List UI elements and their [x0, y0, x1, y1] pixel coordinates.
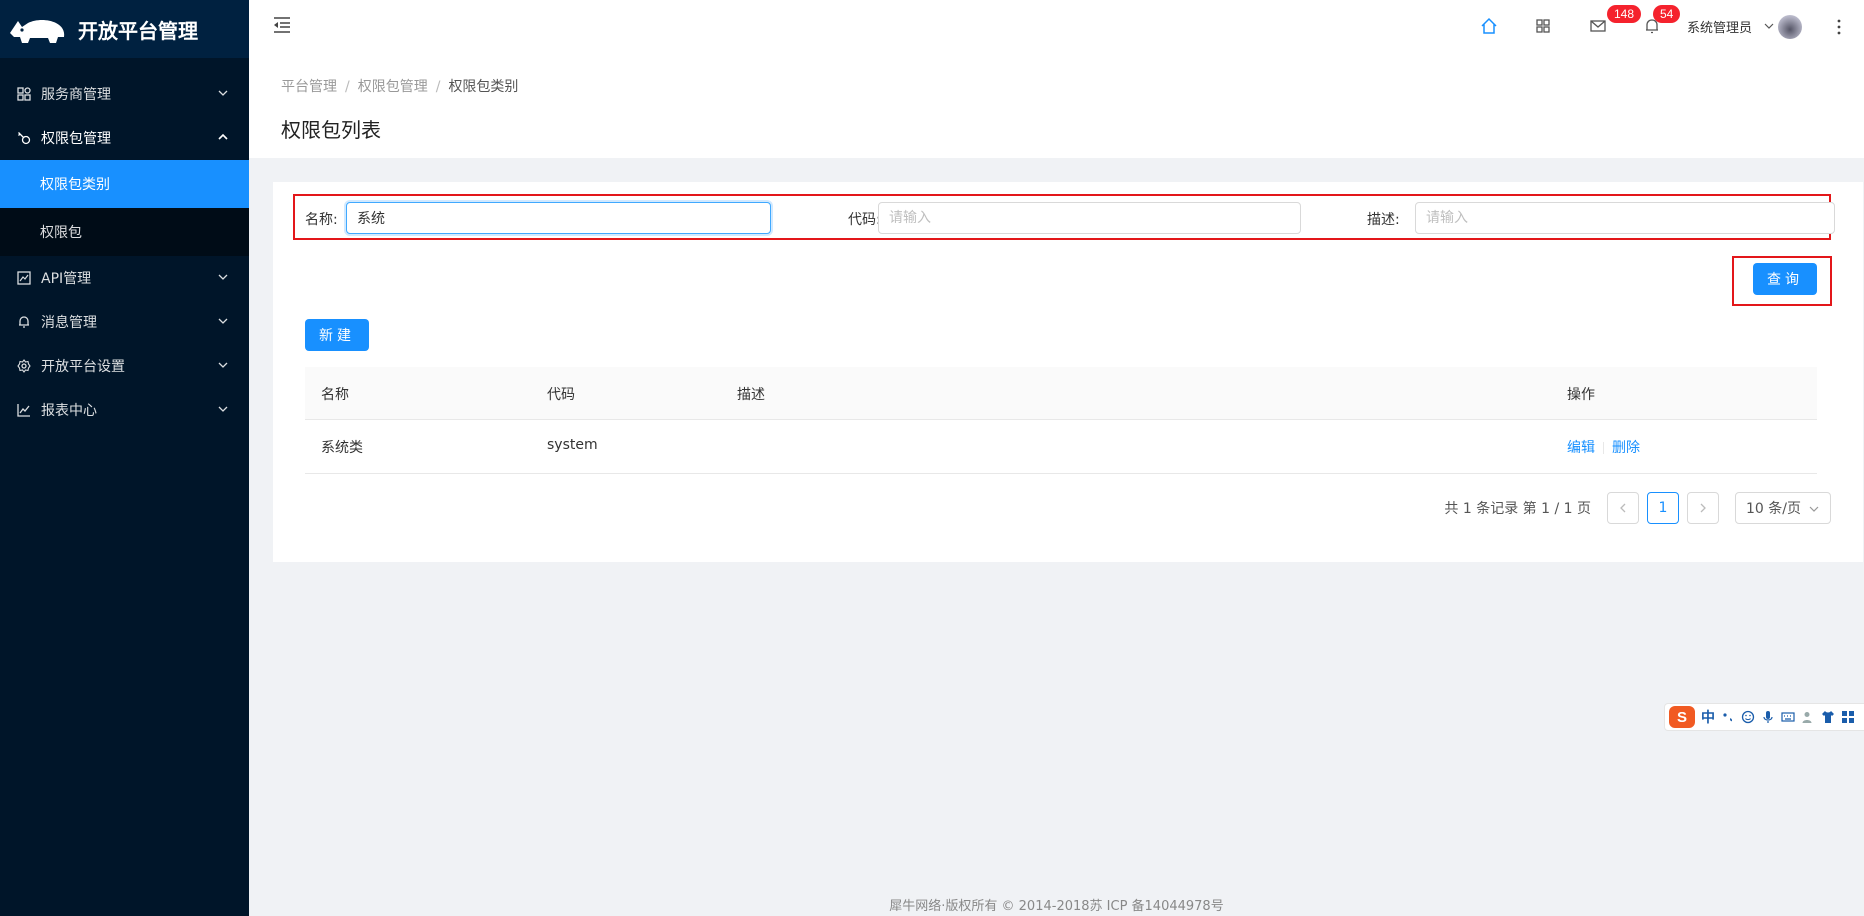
- ime-toolbar[interactable]: S 中: [1664, 703, 1864, 731]
- bell-icon: [19, 316, 29, 328]
- footer-copyright: 犀牛网络·版权所有 © 2014-2018苏 ICP 备14044978号: [889, 899, 1224, 914]
- line-chart-icon: [17, 404, 30, 417]
- column-header-code: 代码: [547, 387, 575, 403]
- filter-form: 名称: 代码: 描述:: [293, 194, 1835, 240]
- new-button[interactable]: 新建: [305, 319, 369, 351]
- sidebar-item-label: 服务商管理: [41, 87, 111, 103]
- chevron-down-icon: [1809, 506, 1819, 512]
- query-button[interactable]: 查询: [1753, 263, 1817, 295]
- cell-actions: 编辑 删除: [1567, 437, 1640, 457]
- chevron-right-icon: [1700, 503, 1706, 513]
- chevron-down-icon: [218, 406, 228, 412]
- table-row: 系统类 system 编辑 删除: [305, 420, 1817, 474]
- sidebar-item-message-management[interactable]: 消息管理: [0, 300, 249, 344]
- appstore-icon[interactable]: [1534, 17, 1552, 35]
- chevron-down-icon: [218, 318, 228, 324]
- prev-page-button[interactable]: [1607, 492, 1639, 524]
- breadcrumb-separator: /: [435, 79, 441, 95]
- emoji-icon[interactable]: [1741, 710, 1755, 724]
- breadcrumb-item[interactable]: 平台管理: [281, 79, 337, 95]
- sogou-logo-icon: S: [1669, 706, 1695, 728]
- avatar[interactable]: [1778, 15, 1802, 39]
- more-vertical-icon[interactable]: [1837, 19, 1841, 35]
- cell-code: system: [547, 437, 598, 453]
- sidebar-item-report-center[interactable]: 报表中心: [0, 388, 249, 432]
- sidebar-menu: 服务商管理 权限包管理 权限包类别 权限包 API管理 消息管理 开放平台设置: [0, 58, 249, 432]
- sidebar-item-label: 权限包管理: [41, 131, 111, 147]
- sidebar-item-label: API管理: [41, 271, 92, 287]
- breadcrumb: 平台管理 / 权限包管理 / 权限包类别: [281, 76, 518, 96]
- sidebar-item-api-management[interactable]: API管理: [0, 256, 249, 300]
- notification-count-badge: 54: [1653, 5, 1681, 23]
- data-table: 名称 代码 描述 操作 系统类 system 编辑 删除: [305, 367, 1817, 474]
- sidebar-item-permission-package-category[interactable]: 权限包类别: [0, 160, 249, 208]
- appstore-icon: [17, 87, 31, 101]
- name-input[interactable]: [346, 202, 771, 234]
- chevron-up-icon: [218, 133, 228, 140]
- app-title: 开放平台管理: [78, 18, 198, 43]
- toolbox-icon[interactable]: [1841, 710, 1855, 724]
- sidebar: 开放平台管理 服务商管理 权限包管理 权限包类别 权限包 API管理 消息管理: [0, 0, 249, 916]
- next-page-button[interactable]: [1687, 492, 1719, 524]
- description-label: 描述:: [1367, 212, 1400, 228]
- keyboard-icon[interactable]: [1781, 710, 1795, 724]
- pagination-summary: 共 1 条记录 第 1 / 1 页: [1444, 501, 1591, 517]
- user-service-icon[interactable]: [1801, 710, 1815, 724]
- top-bar: 148 54 系统管理员: [249, 0, 1864, 58]
- chevron-left-icon: [1620, 503, 1626, 513]
- ime-language-label[interactable]: 中: [1701, 707, 1715, 727]
- page-button-current[interactable]: 1: [1647, 492, 1679, 524]
- submenu-permission-package: 权限包类别 权限包: [0, 160, 249, 256]
- delete-link[interactable]: 删除: [1612, 440, 1640, 456]
- sidebar-item-permission-package-management[interactable]: 权限包管理: [0, 116, 249, 160]
- page-size-select[interactable]: 10 条/页: [1735, 492, 1831, 524]
- cell-name: 系统类: [321, 440, 363, 456]
- rhino-logo-icon: [10, 20, 65, 43]
- skin-icon[interactable]: [1821, 710, 1835, 724]
- page-size-value: 10 条/页: [1746, 501, 1801, 517]
- sidebar-item-permission-package[interactable]: 权限包: [0, 208, 249, 256]
- mail-icon[interactable]: [1589, 17, 1607, 35]
- microphone-icon[interactable]: [1761, 710, 1775, 724]
- sidebar-item-label: 报表中心: [41, 403, 97, 419]
- table-header: 名称 代码 描述 操作: [305, 367, 1817, 420]
- sidebar-item-label: 开放平台设置: [41, 359, 125, 375]
- column-header-actions: 操作: [1567, 387, 1595, 403]
- user-name[interactable]: 系统管理员: [1687, 17, 1752, 36]
- chevron-down-icon[interactable]: [1764, 21, 1774, 31]
- edit-link[interactable]: 编辑: [1567, 440, 1595, 456]
- sidebar-item-provider-management[interactable]: 服务商管理: [0, 72, 249, 116]
- logo[interactable]: 开放平台管理: [0, 0, 249, 58]
- breadcrumb-item[interactable]: 权限包管理: [358, 79, 428, 95]
- description-input[interactable]: [1415, 202, 1835, 234]
- api-icon: [17, 271, 31, 285]
- sidebar-item-label: 消息管理: [41, 315, 97, 331]
- punctuation-icon[interactable]: [1721, 710, 1735, 724]
- pagination: 共 1 条记录 第 1 / 1 页 1 10 条/页: [1444, 492, 1831, 524]
- home-icon[interactable]: [1480, 17, 1498, 35]
- key-icon: [18, 132, 31, 145]
- breadcrumb-current: 权限包类别: [448, 79, 519, 95]
- mail-count-badge: 148: [1607, 5, 1642, 23]
- code-label: 代码:: [848, 212, 881, 228]
- breadcrumb-separator: /: [345, 79, 350, 95]
- chevron-down-icon: [218, 274, 228, 280]
- content-card: 名称: 代码: 描述: 查询 新建 名称 代码 描述 操作 系统类 system…: [273, 182, 1863, 562]
- sidebar-item-platform-settings[interactable]: 开放平台设置: [0, 344, 249, 388]
- column-header-name: 名称: [321, 387, 349, 403]
- menu-fold-icon[interactable]: [271, 15, 293, 35]
- query-button-highlight: 查询: [1732, 256, 1832, 306]
- column-header-description: 描述: [737, 387, 765, 403]
- page-title: 权限包列表: [281, 118, 381, 142]
- name-label: 名称:: [305, 212, 338, 228]
- page-header: 平台管理 / 权限包管理 / 权限包类别 权限包列表: [249, 58, 1864, 158]
- chevron-down-icon: [218, 90, 228, 96]
- action-divider: [1603, 442, 1604, 454]
- setting-icon: [17, 359, 31, 373]
- chevron-down-icon: [218, 362, 228, 368]
- code-input[interactable]: [878, 202, 1301, 234]
